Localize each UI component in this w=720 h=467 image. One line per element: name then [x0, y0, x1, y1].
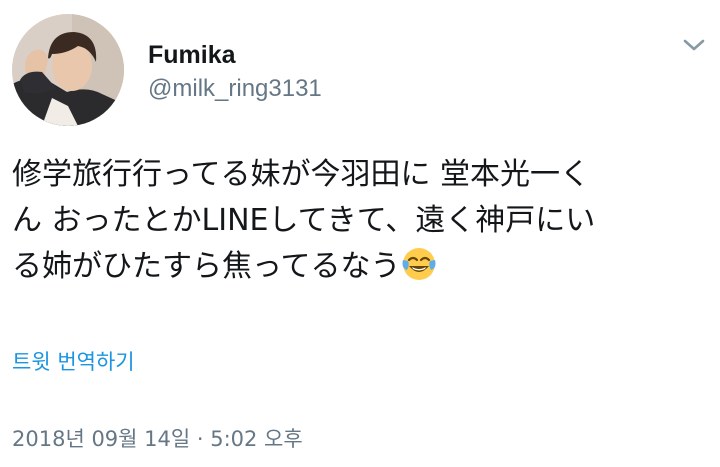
chevron-down-icon[interactable] [680, 34, 708, 56]
translate-tweet-link[interactable]: 트윗 번역하기 [12, 347, 135, 377]
avatar[interactable] [12, 14, 124, 126]
tweet-text-line-content: る姉がひたすら焦ってるなう [12, 249, 401, 284]
profile-photo [12, 14, 124, 126]
tweet-text: 修学旅行行ってる妹が今羽田に 堂本光一く ん おったとかLINEしてきて、遠く神… [12, 152, 712, 290]
tweet-timestamp[interactable]: 2018년 09월 14일 · 5:02 오후 [12, 424, 303, 454]
tweet-text-line: 修学旅行行ってる妹が今羽田に 堂本光一く [12, 157, 591, 192]
user-handle[interactable]: @milk_ring3131 [148, 74, 322, 104]
face-with-tears-of-joy-icon [401, 246, 437, 282]
tweet-text-line: る姉がひたすら焦ってるなう [12, 244, 712, 290]
display-name[interactable]: Fumika [148, 40, 236, 70]
tweet-text-line: ん おったとかLINEしてきて、遠く神戸にい [12, 203, 596, 238]
